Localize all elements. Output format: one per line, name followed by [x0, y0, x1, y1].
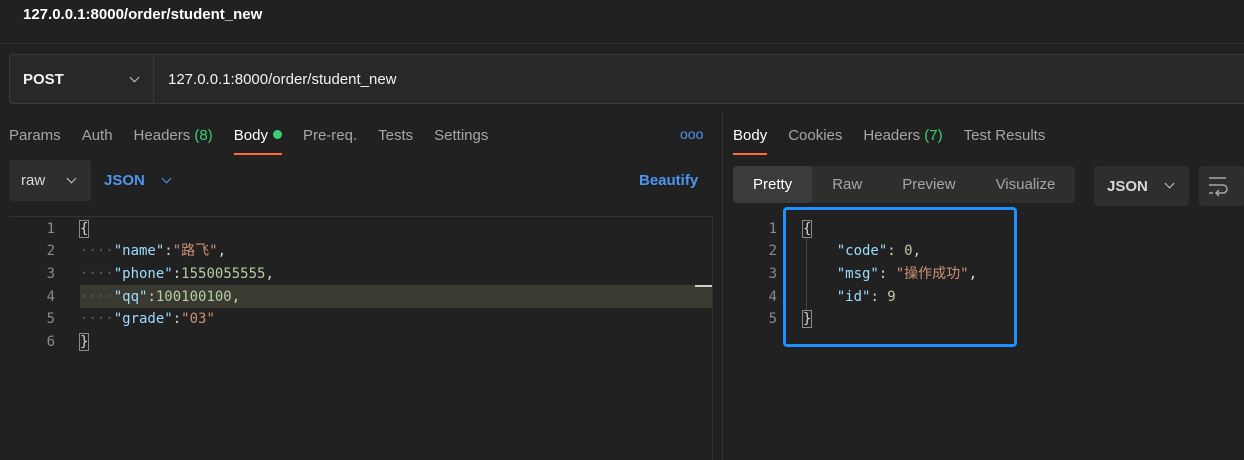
line-number: 2: [46, 243, 55, 259]
view-visualize-button[interactable]: Visualize: [976, 166, 1076, 203]
tab-headers[interactable]: Headers (8): [134, 124, 213, 156]
line-number: 6: [46, 334, 55, 350]
title-bar: 127.0.0.1:8000/order/student_new: [0, 0, 1244, 44]
view-pretty-button[interactable]: Pretty: [733, 166, 813, 203]
json-value: "03": [181, 311, 215, 327]
tab-tests[interactable]: Tests: [378, 124, 413, 156]
code-line: ····"grade":"03": [80, 311, 215, 327]
window-title: 127.0.0.1:8000/order/student_new: [23, 6, 263, 23]
body-mode-label: raw: [21, 172, 46, 189]
code-line: ····"qq":100100100,: [80, 289, 241, 305]
request-url-bar: POST 127.0.0.1:8000/order/student_new: [9, 54, 1244, 104]
chevron-down-icon: [66, 173, 77, 184]
code-line: ····"name":"路飞",: [80, 243, 227, 259]
line-number: 3: [46, 266, 55, 282]
tab-label: Headers: [133, 127, 191, 144]
tab-label: Params: [9, 127, 61, 144]
tab-test-results[interactable]: Test Results: [964, 124, 1046, 156]
method-select[interactable]: POST: [10, 55, 154, 103]
json-value: 1550055555: [181, 266, 266, 282]
response-view-modes: Pretty Raw Preview Visualize: [733, 166, 1076, 203]
line-number: 1: [46, 221, 55, 237]
tab-settings[interactable]: Settings: [434, 124, 488, 156]
tab-body[interactable]: Body: [233, 124, 283, 156]
line-number: 4: [768, 289, 777, 305]
tab-label: Headers: [863, 127, 921, 144]
tab-auth[interactable]: Auth: [82, 124, 113, 156]
response-format-select[interactable]: JSON: [1094, 166, 1189, 206]
code-line: ····"phone":1550055555,: [80, 266, 274, 282]
json-key: "name": [113, 243, 165, 259]
line-number: 3: [768, 266, 777, 282]
more-options-icon[interactable]: ooo: [680, 126, 703, 142]
json-key: "grade": [113, 311, 173, 327]
response-highlight-box: [783, 207, 1017, 347]
code-line: {: [78, 218, 90, 240]
body-format-label: JSON: [104, 172, 145, 189]
line-number: 1: [768, 221, 777, 237]
code-brace: }: [78, 333, 90, 351]
tab-response-body[interactable]: Body: [733, 124, 768, 156]
view-raw-button[interactable]: Raw: [812, 166, 882, 203]
chevron-down-icon: [1164, 178, 1175, 189]
body-indicator-dot: [272, 130, 282, 139]
line-number: 4: [46, 289, 55, 305]
chevron-down-icon: [161, 173, 172, 184]
tab-label: Settings: [434, 127, 489, 144]
json-key: "qq": [113, 289, 148, 305]
response-tabs: Body Cookies Headers (7) Test Results: [733, 124, 1066, 156]
json-value: 100100100: [155, 289, 232, 305]
json-value: "路飞": [172, 243, 218, 259]
tab-label: Body: [233, 127, 268, 144]
response-format-label: JSON: [1107, 177, 1148, 195]
method-label: POST: [23, 70, 64, 88]
line-number: 2: [768, 243, 777, 259]
headers-count: (8): [194, 127, 213, 144]
tab-label: Body: [733, 127, 768, 144]
tab-response-headers[interactable]: Headers (7): [863, 124, 942, 156]
beautify-button[interactable]: Beautify: [639, 172, 698, 189]
line-number: 5: [46, 311, 55, 327]
body-mode-select[interactable]: raw: [9, 160, 91, 201]
tab-pre-request[interactable]: Pre-req.: [303, 124, 357, 156]
url-input[interactable]: 127.0.0.1:8000/order/student_new: [154, 55, 397, 103]
view-preview-button[interactable]: Preview: [882, 166, 975, 203]
headers-count: (7): [924, 127, 943, 144]
tab-params[interactable]: Params: [9, 124, 61, 156]
tab-label: Cookies: [788, 127, 843, 144]
tab-label: Test Results: [963, 127, 1046, 144]
pane-divider[interactable]: [722, 112, 723, 460]
json-key: "phone": [113, 266, 173, 282]
tab-label: Auth: [81, 127, 113, 144]
wrap-lines-button[interactable]: [1199, 166, 1244, 206]
chevron-down-icon: [129, 72, 140, 83]
request-tabs: Params Auth Headers (8) Body Pre-req. Te…: [9, 124, 509, 156]
tab-label: Tests: [378, 127, 414, 144]
code-brace: {: [78, 220, 90, 238]
line-number: 5: [768, 311, 777, 327]
wrap-lines-icon: [1209, 177, 1228, 197]
tab-cookies[interactable]: Cookies: [788, 124, 842, 156]
body-format-select[interactable]: JSON: [104, 160, 172, 201]
code-line: }: [78, 331, 90, 353]
tab-label: Pre-req.: [302, 127, 358, 144]
